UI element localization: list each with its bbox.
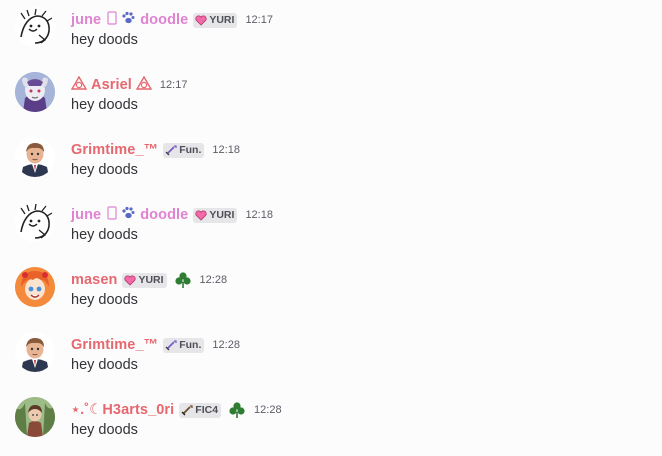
trinity-triangle-icon [70,75,88,95]
role-badge-label: YURI [209,209,235,221]
username[interactable]: june [71,12,101,28]
username-suffix[interactable]: doodle [140,207,188,223]
avatar[interactable] [15,137,55,177]
avatar[interactable] [15,202,55,242]
message-header: Grimtime_™ Fun. 12:18 [71,140,240,160]
avatar[interactable] [15,7,55,47]
username[interactable]: masen [71,272,117,288]
timestamp[interactable]: 12:28 [254,404,282,416]
chat-message-list: june doodle YURI 12:17 hey doods Asriel … [0,0,662,456]
message-item: june doodle YURI 12:17 hey doods [0,0,662,56]
pink-heart-icon [195,14,207,26]
role-badge[interactable]: YURI [122,272,167,288]
message-item: Asriel 12:17 hey doods [0,65,662,121]
message-text: hey doods [71,357,138,373]
sword-icon [165,144,177,156]
phone-outline-icon [107,205,117,225]
message-header: masen YURI 12:28 [71,270,227,290]
pink-heart-icon [124,274,137,286]
username-suffix[interactable]: doodle [140,12,188,28]
message-item: ⋆.˚☾H3arts_0ri FIC4 12:28 hey doods [0,390,662,446]
role-badge[interactable]: YURI [193,12,238,28]
role-badge[interactable]: Fun. [163,337,205,353]
username[interactable]: Grimtime_™ [71,142,158,158]
timestamp[interactable]: 12:18 [212,144,240,156]
timestamp[interactable]: 12:28 [212,339,240,351]
paw-icon [121,11,135,29]
message-text: hey doods [71,227,138,243]
timestamp[interactable]: 12:18 [245,209,273,221]
avatar[interactable] [15,267,55,307]
message-item: Grimtime_™ Fun. 12:28 hey doods [0,325,662,381]
role-badge-label: YURI [209,14,235,26]
username[interactable]: ⋆.˚☾H3arts_0ri [71,402,174,418]
message-text: hey doods [71,292,138,308]
message-item: masen YURI 12:28 hey doods [0,260,662,316]
clover-icon[interactable] [174,271,192,289]
message-text: hey doods [71,32,138,48]
dagger-icon [181,404,193,416]
avatar[interactable] [15,72,55,112]
clover-icon[interactable] [228,401,246,419]
timestamp[interactable]: 12:28 [200,274,228,286]
role-badge-label: Fun. [179,339,202,351]
message-header: june doodle YURI 12:18 [71,205,273,225]
message-header: ⋆.˚☾H3arts_0ri FIC4 12:28 [71,400,282,420]
role-badge[interactable]: YURI [193,207,238,223]
pink-heart-icon [195,209,207,221]
message-text: hey doods [71,422,138,438]
message-text: hey doods [71,162,138,178]
message-item: Grimtime_™ Fun. 12:18 hey doods [0,130,662,186]
role-badge[interactable]: FIC4 [179,402,222,418]
username[interactable]: Grimtime_™ [71,337,158,353]
timestamp[interactable]: 12:17 [245,14,273,26]
avatar[interactable] [15,397,55,437]
role-badge-label: FIC4 [195,404,219,416]
username[interactable]: Asriel [91,77,132,93]
message-header: Grimtime_™ Fun. 12:28 [71,335,240,355]
role-badge-label: YURI [138,274,164,286]
sword-icon [165,339,177,351]
trinity-triangle-icon [135,75,153,95]
role-badge[interactable]: Fun. [163,142,205,158]
message-header: Asriel 12:17 [70,75,188,95]
paw-icon [121,206,135,224]
timestamp[interactable]: 12:17 [160,79,188,91]
role-badge-label: Fun. [179,144,202,156]
avatar[interactable] [15,332,55,372]
username[interactable]: june [71,207,101,223]
phone-outline-icon [107,10,117,30]
message-text: hey doods [71,97,138,113]
message-item: june doodle YURI 12:18 hey doods [0,195,662,251]
message-header: june doodle YURI 12:17 [71,10,273,30]
